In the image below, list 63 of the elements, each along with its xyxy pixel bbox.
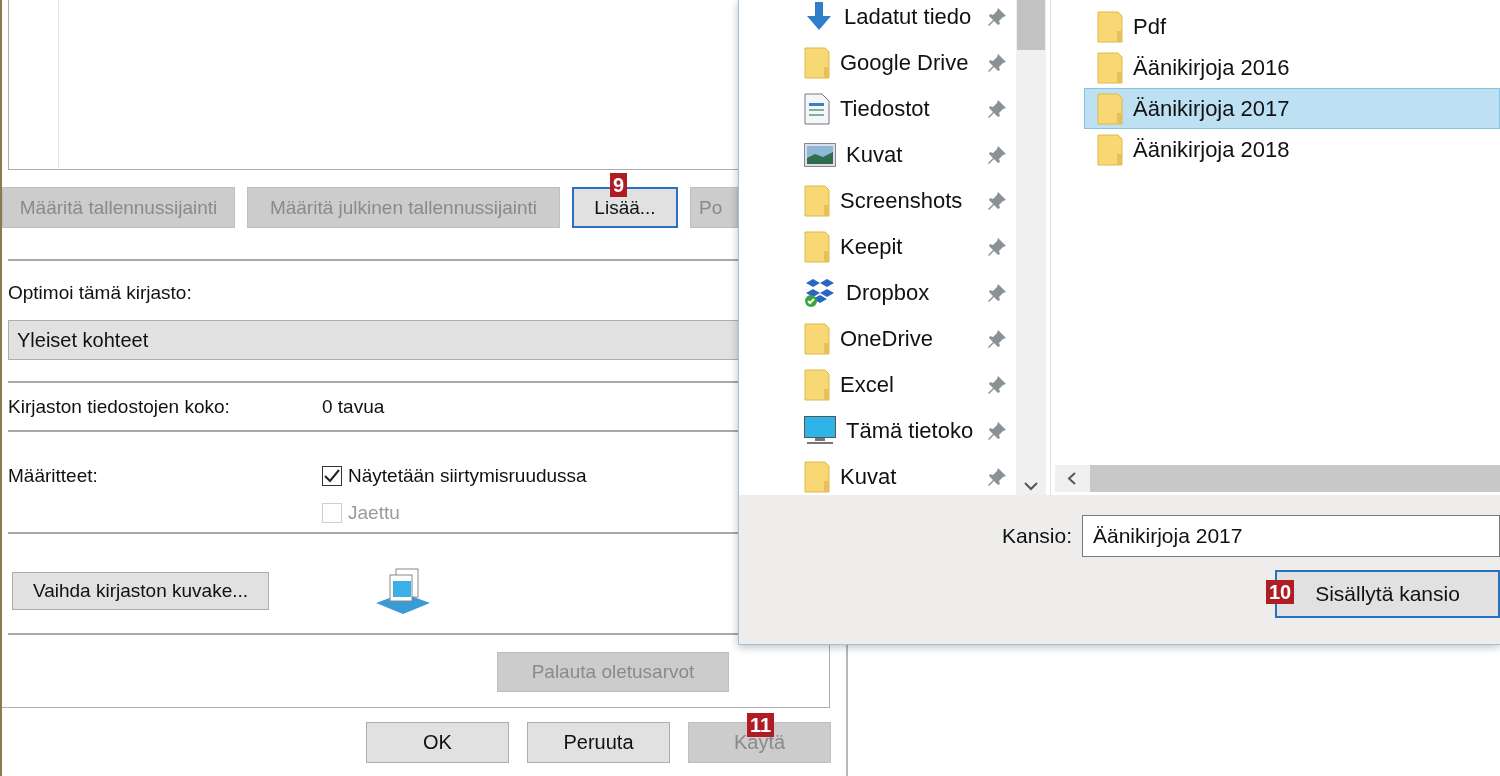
folder-field[interactable]: Äänikirjoja 2017 [1082, 515, 1500, 557]
attributes-label: Määritteet: [8, 465, 98, 486]
pin-icon[interactable] [987, 145, 1007, 165]
step-badge: 11 [747, 712, 775, 737]
folder-icon [804, 461, 830, 493]
size-value: 0 tavua [322, 395, 385, 419]
optimize-label: Optimoi tämä kirjasto: [8, 281, 192, 305]
pin-icon[interactable] [987, 329, 1007, 349]
chevron-down-icon[interactable] [1024, 481, 1038, 491]
horizontal-scrollbar[interactable] [1055, 465, 1500, 492]
monitor-icon [804, 416, 836, 446]
checkbox-label: Jaettu [348, 501, 400, 525]
nav-item[interactable]: Excel [840, 372, 894, 398]
size-label: Kirjaston tiedostojen koko: [8, 396, 230, 417]
nav-item[interactable]: Tiedostot [840, 96, 930, 122]
folder-icon [804, 185, 830, 217]
folder-icon [804, 369, 830, 401]
download-icon [804, 2, 834, 32]
pin-icon[interactable] [987, 7, 1007, 27]
pin-icon[interactable] [987, 191, 1007, 211]
folder-item[interactable]: Pdf [1084, 6, 1500, 47]
folder-icon [1097, 92, 1123, 125]
vertical-scrollbar[interactable] [1016, 0, 1046, 495]
pin-icon[interactable] [987, 99, 1007, 119]
folder-icon [804, 323, 830, 355]
nav-item[interactable]: Screenshots [840, 188, 963, 214]
step-badge: 10 [1266, 580, 1295, 604]
folder-field-label: Kansio: [1001, 524, 1072, 548]
folder-item[interactable]: Äänikirjoja 2017 [1084, 88, 1500, 129]
pin-icon[interactable] [987, 237, 1007, 257]
dialog-button[interactable]: Peruuta [527, 721, 670, 763]
folder-icon [1097, 133, 1123, 166]
nav-item[interactable]: OneDrive [840, 326, 933, 352]
folder-icon [1097, 10, 1123, 43]
dropbox-icon [804, 278, 836, 308]
nav-item[interactable]: Dropbox [846, 280, 930, 306]
nav-item[interactable]: Tämä tietoko [846, 418, 974, 444]
nav-item[interactable]: Google Drive [840, 50, 969, 76]
document-icon [804, 93, 830, 125]
checkbox[interactable] [322, 466, 342, 486]
folder-icon [804, 47, 830, 79]
pin-icon[interactable] [987, 467, 1007, 487]
pin-icon[interactable] [987, 53, 1007, 73]
folder-icon [1097, 51, 1123, 84]
pin-icon[interactable] [987, 421, 1007, 441]
nav-item[interactable]: Kuvat [840, 464, 897, 490]
step-badge: 9 [610, 173, 628, 197]
checkbox-label: Näytetään siirtymisruudussa [348, 464, 587, 488]
optimize-dropdown[interactable]: Yleiset kohteet [8, 320, 740, 360]
nav-item[interactable]: Keepit [840, 234, 903, 260]
scrollbar-thumb[interactable] [1017, 0, 1045, 50]
nav-item[interactable]: Kuvat [846, 142, 903, 168]
pin-icon[interactable] [987, 375, 1007, 395]
folder-icon [804, 231, 830, 263]
folder-item[interactable]: Äänikirjoja 2016 [1084, 47, 1500, 88]
picture-icon [804, 143, 836, 167]
check-icon [324, 469, 340, 483]
library-icon [374, 567, 432, 615]
nav-item[interactable]: Ladatut tiedo [844, 4, 972, 30]
dialog-button[interactable]: OK [366, 721, 509, 763]
folder-item[interactable]: Äänikirjoja 2018 [1084, 129, 1500, 170]
pin-icon[interactable] [987, 283, 1007, 303]
change-icon-button[interactable]: Vaihda kirjaston kuvake... [12, 572, 269, 610]
